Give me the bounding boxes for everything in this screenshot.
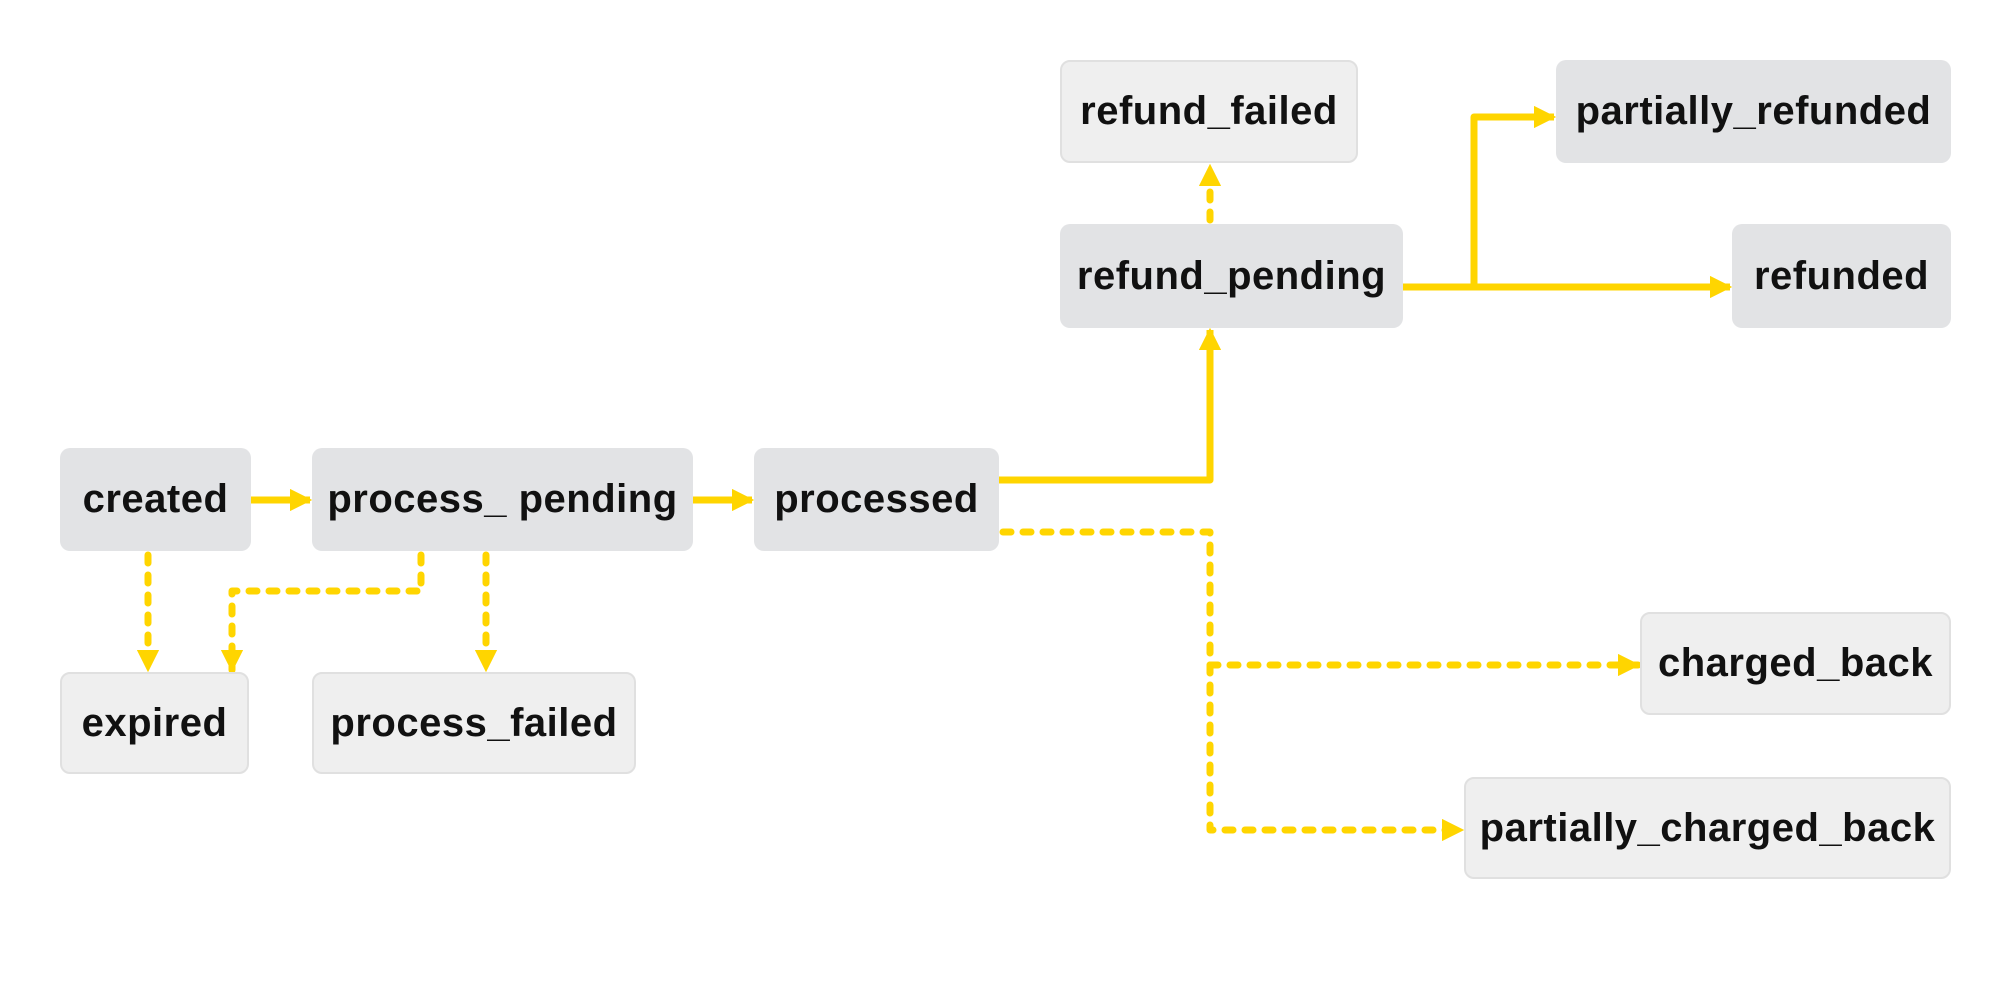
node-process-pending[interactable]: process_ pending — [312, 448, 693, 551]
node-refund-pending[interactable]: refund_pending — [1060, 224, 1403, 328]
edge-processed-to-partially-charged-back — [1206, 661, 1466, 842]
node-expired[interactable]: expired — [60, 672, 249, 774]
node-refund-failed[interactable]: refund_failed — [1060, 60, 1358, 163]
node-created[interactable]: created — [60, 448, 251, 551]
node-label: charged_back — [1657, 641, 1934, 685]
node-charged-back[interactable]: charged_back — [1640, 612, 1951, 715]
node-label: process_failed — [330, 700, 618, 745]
node-label: expired — [81, 700, 228, 745]
node-label: refund_pending — [1076, 253, 1387, 298]
node-refunded[interactable]: refunded — [1732, 224, 1951, 328]
node-label: processed — [774, 477, 979, 521]
node-processed[interactable]: processed — [754, 448, 999, 551]
node-label: created — [82, 477, 229, 521]
node-label: refund_failed — [1080, 89, 1338, 133]
node-label: partially_charged_back — [1479, 805, 1936, 850]
edge-process-pending-to-expired — [220, 551, 425, 674]
node-label: refunded — [1753, 253, 1930, 298]
node-process-failed[interactable]: process_failed — [312, 672, 636, 774]
edge-processed-to-charged-back — [999, 528, 1642, 677]
edge-refund-pending-to-partially-refunded — [1403, 105, 1557, 291]
node-partially-charged-back[interactable]: partially_charged_back — [1464, 777, 1951, 879]
node-label: process_ pending — [327, 477, 678, 521]
node-label: partially_refunded — [1575, 89, 1932, 133]
edge-processed-to-refund-pending — [999, 327, 1222, 484]
node-partially-refunded[interactable]: partially_refunded — [1556, 60, 1951, 163]
